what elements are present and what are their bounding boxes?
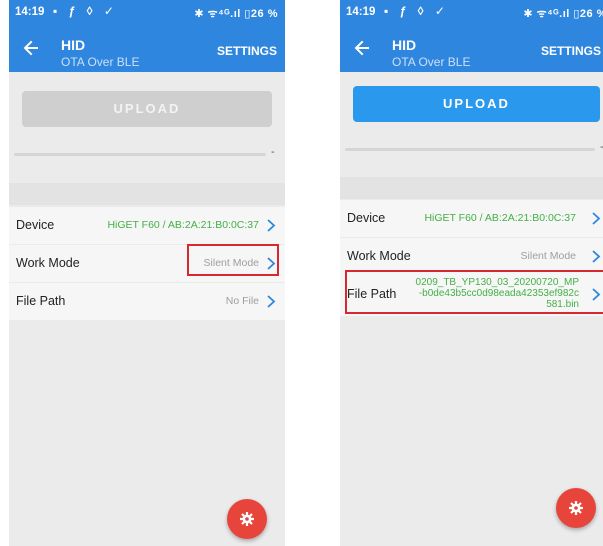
- system-status: ✱ ᯤ⁴ᴳ.ıl ▯26 %: [194, 8, 278, 20]
- app-subtitle: OTA Over BLE: [61, 55, 140, 69]
- device-label: Device: [347, 211, 386, 225]
- work-mode-label: Work Mode: [16, 256, 80, 270]
- back-arrow-icon[interactable]: [21, 38, 41, 58]
- chevron-right-icon: [266, 218, 276, 233]
- app-title: HID: [392, 37, 417, 53]
- settings-button[interactable]: SETTINGS: [217, 44, 277, 58]
- file-path-label: File Path: [16, 294, 66, 308]
- work-mode-label: Work Mode: [347, 249, 411, 263]
- work-mode-highlight-box: [187, 244, 279, 276]
- chevron-right-icon: [591, 249, 601, 264]
- settings-button[interactable]: SETTINGS: [541, 44, 601, 58]
- system-status: ✱ ᯤ⁴ᴳ.ıl ▯26 %: [523, 8, 603, 20]
- file-path-row[interactable]: File Path No File: [9, 283, 285, 320]
- section-divider: [9, 183, 285, 205]
- phone-screen-before: 14:19 ▪ ƒ ◊ ✓ ✱ ᯤ⁴ᴳ.ıl ▯26 % HID OTA Ove…: [9, 0, 285, 546]
- status-bar: 14:19 ▪ ƒ ◊ ✓ ✱ ᯤ⁴ᴳ.ıl ▯26 %: [340, 0, 603, 24]
- device-value: HiGET F60 / AB:2A:21:B0:0C:37: [107, 219, 259, 231]
- device-row[interactable]: Device HiGET F60 / AB:2A:21:B0:0C:37: [9, 207, 285, 244]
- notification-icons: ▪ ƒ ◊ ✓: [384, 4, 449, 18]
- gear-icon: [240, 512, 254, 526]
- gear-icon: [569, 501, 583, 515]
- app-bar: HID OTA Over BLE SETTINGS: [9, 24, 285, 72]
- file-path-highlight-box: [345, 270, 603, 314]
- device-row[interactable]: Device HiGET F60 / AB:2A:21:B0:0C:37: [340, 200, 603, 237]
- app-subtitle: OTA Over BLE: [392, 55, 471, 69]
- phone-screen-after: 14:19 ▪ ƒ ◊ ✓ ✱ ᯤ⁴ᴳ.ıl ▯26 % HID OTA Ove…: [340, 0, 603, 546]
- device-label: Device: [16, 218, 55, 232]
- status-bar: 14:19 ▪ ƒ ◊ ✓ ✱ ᯤ⁴ᴳ.ıl ▯26 %: [9, 0, 285, 24]
- work-mode-value: Silent Mode: [520, 250, 576, 262]
- upload-button[interactable]: UPLOAD: [22, 91, 272, 127]
- chevron-right-icon: [266, 294, 276, 309]
- upload-button[interactable]: UPLOAD: [353, 86, 600, 122]
- app-bar: HID OTA Over BLE SETTINGS: [340, 24, 603, 72]
- progress-label: -: [271, 146, 275, 158]
- status-time: 14:19: [346, 6, 376, 18]
- app-title: HID: [61, 37, 86, 53]
- upload-progress-bar: [345, 148, 595, 151]
- notification-icons: ▪ ƒ ◊ ✓: [53, 4, 118, 18]
- device-value: HiGET F60 / AB:2A:21:B0:0C:37: [424, 212, 576, 224]
- upload-progress-bar: [14, 153, 266, 156]
- settings-fab[interactable]: [556, 488, 596, 528]
- section-divider: [340, 177, 603, 199]
- file-path-value: No File: [225, 295, 259, 307]
- settings-fab[interactable]: [227, 499, 267, 539]
- status-time: 14:19: [15, 6, 45, 18]
- back-arrow-icon[interactable]: [352, 38, 372, 58]
- chevron-right-icon: [591, 211, 601, 226]
